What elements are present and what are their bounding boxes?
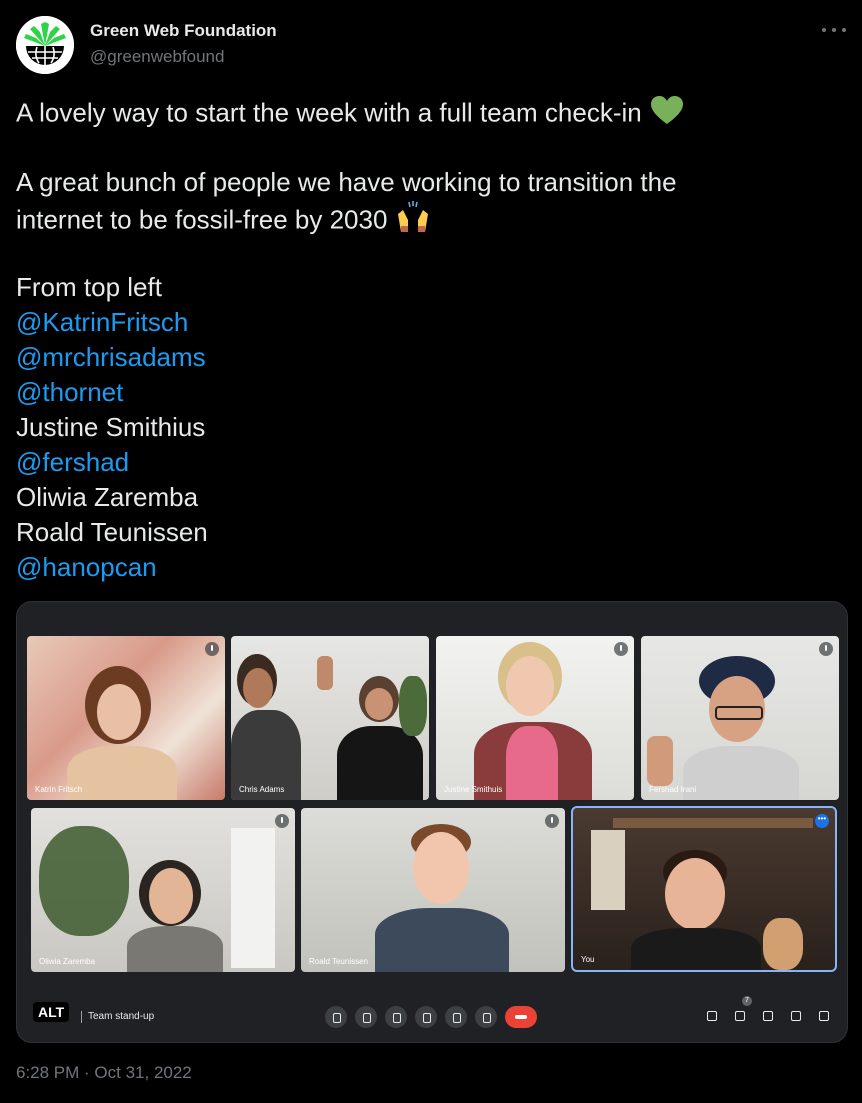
mic-off-icon [545,814,559,828]
person-name: Oliwia Zaremba [16,482,199,512]
tweet-media-image[interactable]: Katrin Fritsch Chris Adams Justine Smith… [16,601,848,1043]
people-icon[interactable] [733,1009,747,1023]
tweet-line: From top left [16,272,162,302]
tweet-line: A great bunch of people we have working … [16,167,677,197]
mic-off-icon [819,642,833,656]
participant-tile: Roald Teunissen [301,808,565,972]
participant-name: Roald Teunissen [309,957,369,966]
host-controls-icon[interactable] [817,1009,831,1023]
mic-off-icon [205,642,219,656]
participant-tile-self: ••• You [571,806,837,972]
mention-link[interactable]: @thornet [16,375,816,410]
participant-name: You [581,955,595,964]
captions-icon[interactable] [385,1006,407,1028]
mention-link[interactable]: @hanopcan [16,550,816,585]
participant-tile: Justine Smithuis [436,636,634,800]
meeting-info-icon[interactable] [705,1009,719,1023]
avatar[interactable] [16,16,74,74]
alt-text-badge[interactable]: ALT [33,1002,70,1022]
mention-link[interactable]: @KatrinFritsch [16,305,816,340]
raising-hands-icon [395,200,431,243]
author-display-name[interactable]: Green Web Foundation [90,21,277,41]
tweet-timestamp[interactable]: 6:28 PM · Oct 31, 2022 [16,1063,192,1083]
meeting-control-bar: ALT Team stand-up 7 [17,994,847,1042]
tile-options-icon[interactable]: ••• [815,814,829,828]
microphone-icon[interactable] [325,1006,347,1028]
participant-tile: Oliwia Zaremba [31,808,295,972]
participant-tile: Chris Adams [231,636,429,800]
tweet-line: internet to be fossil-free by 2030 [16,200,816,235]
person-name: Roald Teunissen [16,517,208,547]
participant-name: Oliwia Zaremba [39,957,96,966]
tweet-text: A lovely way to start the week with a fu… [16,95,816,585]
tweet-line: A lovely way to start the week with a fu… [16,95,816,130]
leave-call-icon[interactable] [505,1006,537,1028]
chat-icon[interactable] [761,1009,775,1023]
person-name: Justine Smithius [16,412,206,442]
participant-name: Justine Smithuis [444,785,503,794]
raise-hand-icon[interactable] [415,1006,437,1028]
mic-off-icon [275,814,289,828]
meeting-title: Team stand-up [81,1011,154,1023]
green-web-foundation-logo-icon [16,16,74,74]
author-handle[interactable]: @greenwebfound [90,47,224,67]
participant-name: Chris Adams [239,785,285,794]
mention-link[interactable]: @fershad [16,445,816,480]
tweet-line-text: A lovely way to start the week with a fu… [16,97,642,128]
green-heart-icon [650,95,684,134]
participant-tile: Katrin Fritsch [27,636,225,800]
participant-tile: Fershad Irani [641,636,839,800]
camera-icon[interactable] [355,1006,377,1028]
people-count-badge: 7 [742,996,752,1006]
tweet-line-text: internet to be fossil-free by 2030 [16,204,388,235]
mic-off-icon [614,642,628,656]
participant-name: Fershad Irani [649,785,697,794]
more-options-icon[interactable] [822,22,846,38]
activities-icon[interactable] [789,1009,803,1023]
more-actions-icon[interactable] [475,1006,497,1028]
mention-link[interactable]: @mrchrisadams [16,340,816,375]
participant-name: Katrin Fritsch [35,785,83,794]
present-screen-icon[interactable] [445,1006,467,1028]
